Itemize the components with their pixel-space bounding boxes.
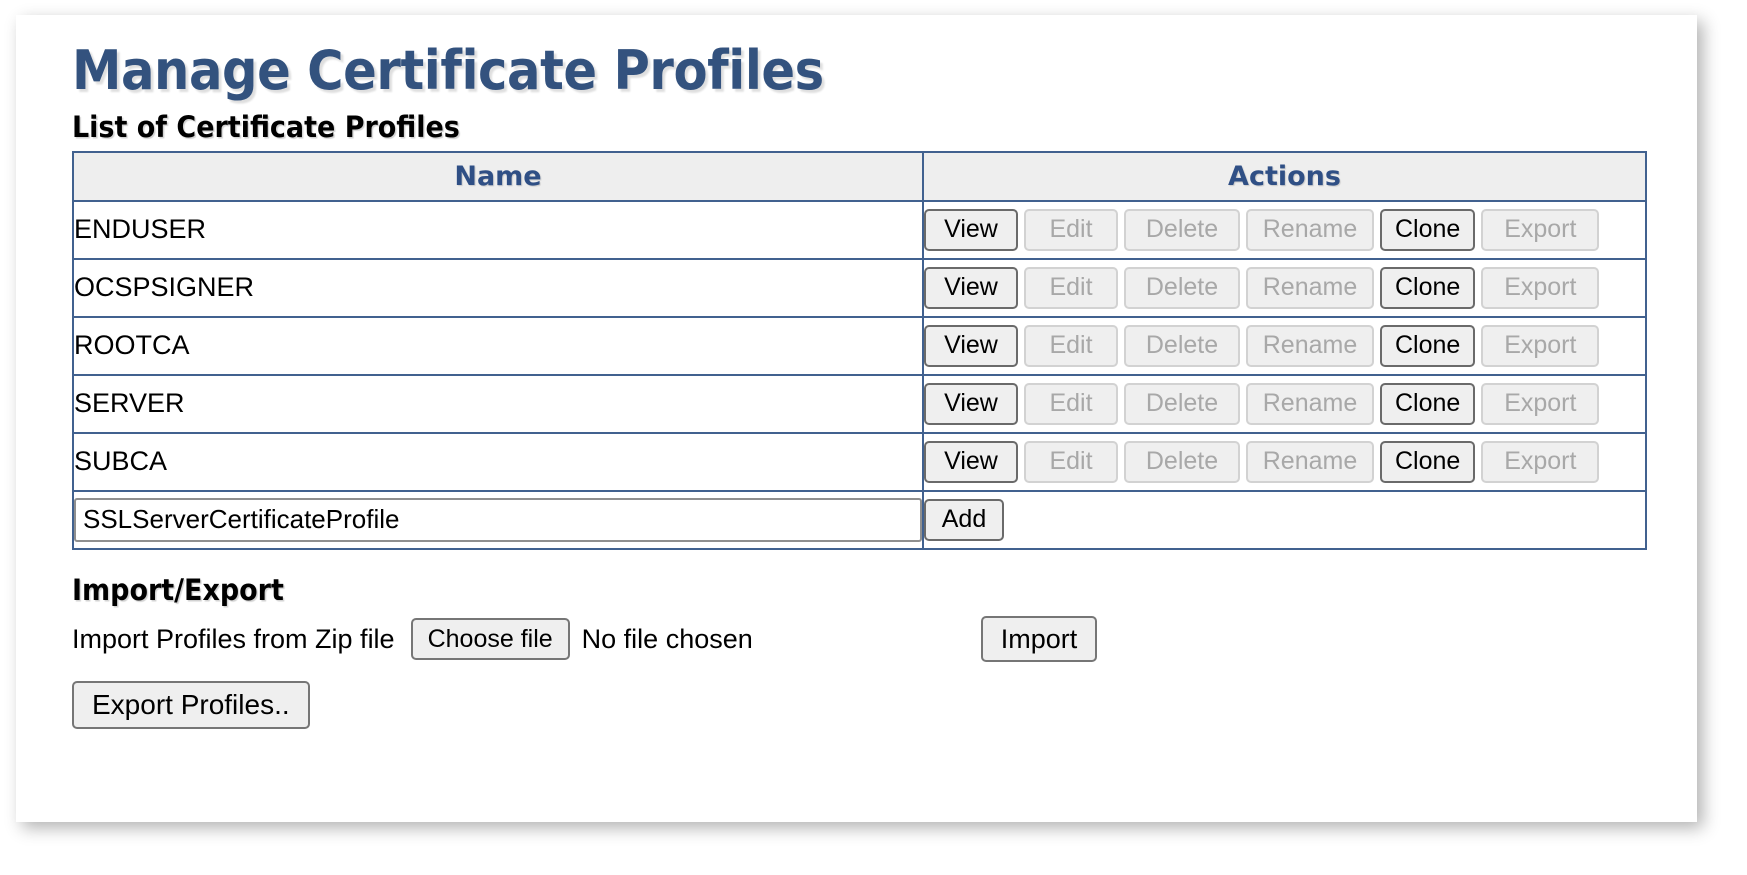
- import-label: Import Profiles from Zip file: [72, 624, 395, 655]
- view-button[interactable]: View: [924, 209, 1018, 251]
- profile-name-cell: ROOTCA: [73, 317, 923, 375]
- new-profile-name-input[interactable]: [74, 498, 922, 542]
- column-header-name: Name: [73, 152, 923, 201]
- clone-button[interactable]: Clone: [1380, 441, 1475, 483]
- add-button-cell: Add: [923, 491, 1646, 549]
- action-button-group: ViewEditDeleteRenameCloneExport: [924, 383, 1645, 425]
- profile-name-cell: OCSPSIGNER: [73, 259, 923, 317]
- table-body: ENDUSERViewEditDeleteRenameCloneExportOC…: [73, 201, 1646, 549]
- delete-button: Delete: [1124, 383, 1240, 425]
- rename-button: Rename: [1246, 383, 1374, 425]
- add-profile-row: Add: [73, 491, 1646, 549]
- action-button-group: ViewEditDeleteRenameCloneExport: [924, 267, 1645, 309]
- page-content: Manage Certificate Profiles List of Cert…: [16, 15, 1697, 729]
- profile-name-cell: SUBCA: [73, 433, 923, 491]
- new-profile-input-cell: [73, 491, 923, 549]
- file-status-text: No file chosen: [582, 624, 753, 655]
- view-button[interactable]: View: [924, 267, 1018, 309]
- certificate-profiles-table: Name Actions ENDUSERViewEditDeleteRename…: [72, 151, 1647, 550]
- clone-button[interactable]: Clone: [1380, 267, 1475, 309]
- profile-actions-cell: ViewEditDeleteRenameCloneExport: [923, 201, 1646, 259]
- export-profiles-button[interactable]: Export Profiles..: [72, 681, 310, 729]
- edit-button: Edit: [1024, 325, 1118, 367]
- delete-button: Delete: [1124, 267, 1240, 309]
- export-button: Export: [1481, 209, 1599, 251]
- edit-button: Edit: [1024, 209, 1118, 251]
- edit-button: Edit: [1024, 383, 1118, 425]
- action-button-group: ViewEditDeleteRenameCloneExport: [924, 441, 1645, 483]
- delete-button: Delete: [1124, 209, 1240, 251]
- delete-button: Delete: [1124, 325, 1240, 367]
- profile-actions-cell: ViewEditDeleteRenameCloneExport: [923, 433, 1646, 491]
- view-button[interactable]: View: [924, 441, 1018, 483]
- clone-button[interactable]: Clone: [1380, 325, 1475, 367]
- choose-file-button[interactable]: Choose file: [411, 618, 570, 660]
- table-row: SERVERViewEditDeleteRenameCloneExport: [73, 375, 1646, 433]
- export-button: Export: [1481, 325, 1599, 367]
- delete-button: Delete: [1124, 441, 1240, 483]
- table-header-row: Name Actions: [73, 152, 1646, 201]
- profile-actions-cell: ViewEditDeleteRenameCloneExport: [923, 259, 1646, 317]
- column-header-actions: Actions: [923, 152, 1646, 201]
- import-controls-row: Import Profiles from Zip file Choose fil…: [72, 615, 1697, 663]
- edit-button: Edit: [1024, 267, 1118, 309]
- import-button[interactable]: Import: [981, 616, 1098, 662]
- rename-button: Rename: [1246, 325, 1374, 367]
- view-button[interactable]: View: [924, 383, 1018, 425]
- table-row: ENDUSERViewEditDeleteRenameCloneExport: [73, 201, 1646, 259]
- profile-name-cell: ENDUSER: [73, 201, 923, 259]
- action-button-group: ViewEditDeleteRenameCloneExport: [924, 325, 1645, 367]
- rename-button: Rename: [1246, 267, 1374, 309]
- table-row: SUBCAViewEditDeleteRenameCloneExport: [73, 433, 1646, 491]
- table-row: ROOTCAViewEditDeleteRenameCloneExport: [73, 317, 1646, 375]
- page-card: Manage Certificate Profiles List of Cert…: [16, 15, 1697, 822]
- rename-button: Rename: [1246, 209, 1374, 251]
- view-button[interactable]: View: [924, 325, 1018, 367]
- profile-actions-cell: ViewEditDeleteRenameCloneExport: [923, 375, 1646, 433]
- edit-button: Edit: [1024, 441, 1118, 483]
- profile-name-cell: SERVER: [73, 375, 923, 433]
- table-head: Name Actions: [73, 152, 1646, 201]
- export-button: Export: [1481, 383, 1599, 425]
- table-row: OCSPSIGNERViewEditDeleteRenameCloneExpor…: [73, 259, 1646, 317]
- list-section-title: List of Certificate Profiles: [72, 111, 1583, 144]
- rename-button: Rename: [1246, 441, 1374, 483]
- add-profile-button[interactable]: Add: [924, 499, 1004, 541]
- export-button: Export: [1481, 441, 1599, 483]
- clone-button[interactable]: Clone: [1380, 209, 1475, 251]
- profile-actions-cell: ViewEditDeleteRenameCloneExport: [923, 317, 1646, 375]
- import-section-title: Import/Export: [72, 574, 1583, 607]
- export-button: Export: [1481, 267, 1599, 309]
- action-button-group: ViewEditDeleteRenameCloneExport: [924, 209, 1645, 251]
- page-title: Manage Certificate Profiles: [72, 15, 1567, 101]
- clone-button[interactable]: Clone: [1380, 383, 1475, 425]
